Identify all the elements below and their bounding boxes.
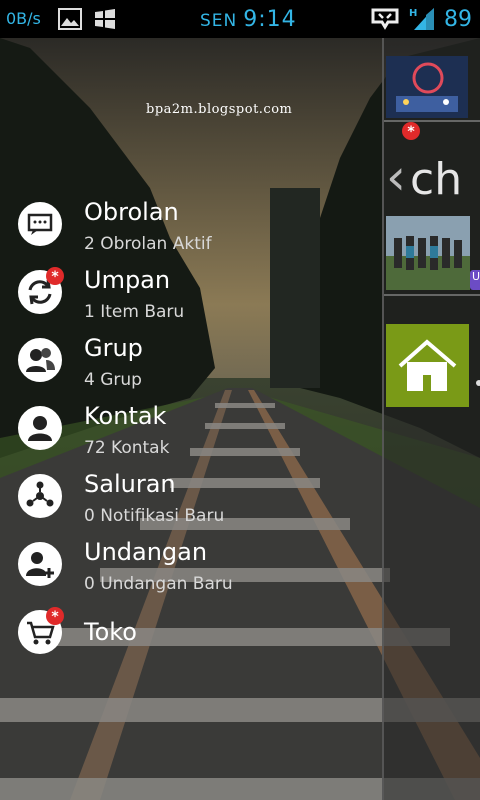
menu-subtitle: 0 Undangan Baru (84, 574, 233, 594)
new-badge: * (46, 267, 64, 285)
side-panel[interactable]: * ‹ch U (382, 38, 480, 800)
watermark: bpa2m.blogspot.com (146, 102, 293, 117)
menu-item-undangan[interactable]: Undangan 0 Undangan Baru (0, 530, 380, 598)
menu-item-umpan[interactable]: * Umpan 1 Item Baru (0, 258, 380, 326)
menu-item-toko[interactable]: * Toko (0, 598, 380, 666)
group-icon (18, 338, 62, 382)
windows-icon (93, 8, 117, 35)
back-chevron-icon[interactable]: ‹ (386, 148, 406, 206)
menu-subtitle: 1 Item Baru (84, 302, 185, 322)
menu-subtitle: 4 Grup (84, 370, 142, 390)
chat-header[interactable]: ‹ch (386, 148, 462, 206)
menu-title: Kontak (84, 402, 167, 430)
signal-icon: H (408, 6, 436, 37)
blackberry-messenger-icon (370, 7, 400, 36)
menu-title: Toko (84, 618, 137, 646)
menu-subtitle: 0 Notifikasi Baru (84, 506, 225, 526)
home-button[interactable] (386, 324, 469, 407)
chat-icon (18, 202, 62, 246)
menu-item-saluran[interactable]: Saluran 0 Notifikasi Baru (0, 462, 380, 530)
battery-level: 89 (444, 7, 472, 32)
new-badge: * (46, 607, 64, 625)
group-photo-thumbnail[interactable] (386, 216, 470, 290)
gallery-icon (58, 8, 82, 35)
svg-text:H: H (409, 8, 417, 19)
menu-title: Obrolan (84, 198, 179, 226)
status-bar: 0B/s SEN 9:14 H 89 (0, 0, 480, 38)
feed-thumbnail[interactable] (386, 56, 468, 118)
contact-icon (18, 406, 62, 450)
menu-title: Saluran (84, 470, 176, 498)
panel-badge: * (402, 122, 420, 140)
menu-title: Undangan (84, 538, 208, 566)
menu-subtitle: 2 Obrolan Aktif (84, 234, 212, 254)
menu-item-kontak[interactable]: Kontak 72 Kontak (0, 394, 380, 462)
profile-tab[interactable]: U (470, 270, 480, 290)
home-icon (398, 339, 457, 391)
menu-item-grup[interactable]: Grup 4 Grup (0, 326, 380, 394)
net-speed: 0B/s (6, 9, 41, 28)
menu-title: Grup (84, 334, 143, 362)
menu-title: Umpan (84, 266, 171, 294)
channel-icon (18, 474, 62, 518)
menu-item-obrolan[interactable]: Obrolan 2 Obrolan Aktif (0, 190, 380, 258)
clock: SEN 9:14 (200, 7, 297, 32)
invite-icon (18, 542, 62, 586)
scroll-indicator (476, 380, 480, 386)
menu-subtitle: 72 Kontak (84, 438, 170, 458)
